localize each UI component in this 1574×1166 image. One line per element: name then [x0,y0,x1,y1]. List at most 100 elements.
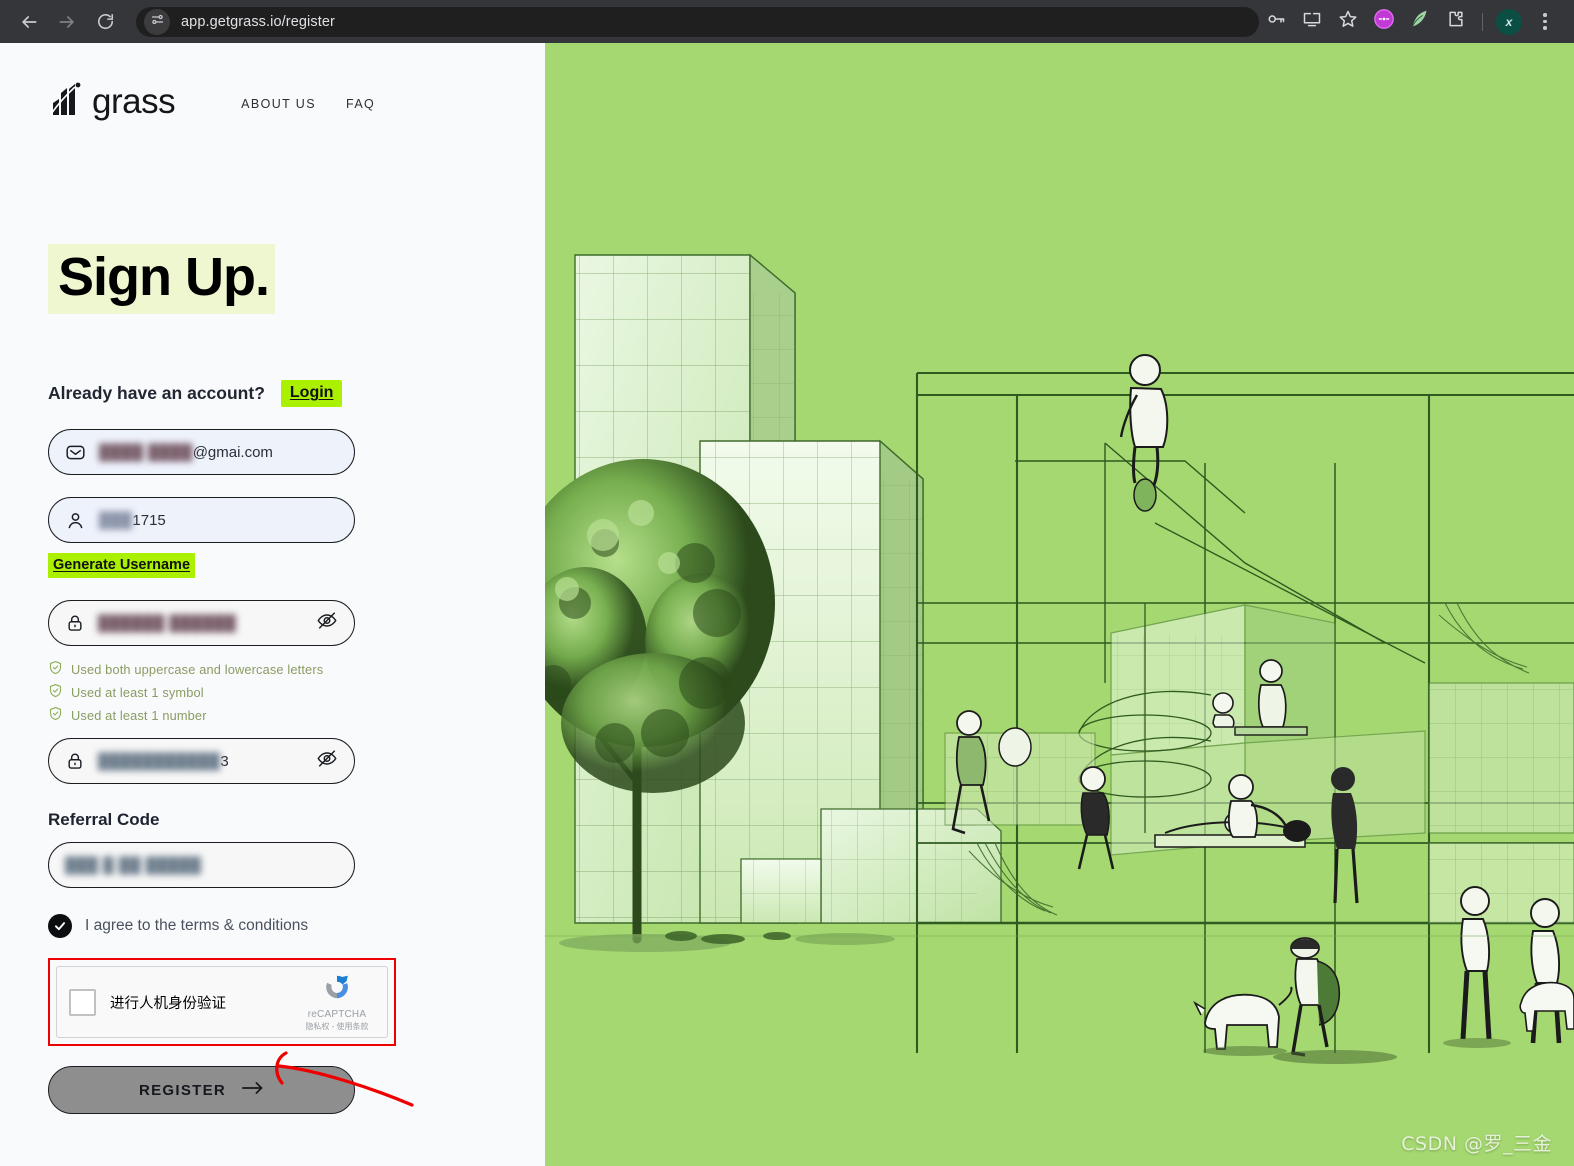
extension-2-button[interactable] [1403,5,1437,39]
install-app-button[interactable] [1295,5,1329,39]
person-icon [65,510,86,531]
lock-icon [65,751,85,771]
site-nav: ABOUT US FAQ [241,93,375,111]
rule-item: Used at least 1 number [48,706,545,724]
password-field[interactable]: ██████ ██████ [48,600,355,646]
password-rules: Used both uppercase and lowercase letter… [48,660,545,724]
purple-extension-icon [1373,8,1395,35]
rule-label: Used at least 1 symbol [71,684,204,700]
site-header: grass ABOUT US FAQ [0,43,545,122]
confirm-password-field[interactable]: ███████████ 3 [48,738,355,784]
register-button[interactable]: REGISTER [48,1066,355,1114]
username-visible: 1715 [132,511,166,529]
username-field[interactable]: ███ 1715 [48,497,355,543]
shield-check-icon [48,706,63,724]
lock-icon [65,613,85,633]
url-text: app.getgrass.io/register [181,13,335,30]
grass-extension-icon [1409,8,1431,35]
confirm-password-value: ███████████ 3 [98,753,229,770]
referral-redacted: ███ █ ██ █████ [65,856,202,874]
referral-code-label: Referral Code [48,810,160,829]
recaptcha-widget[interactable]: 进行人机身份验证 reCAPTCHA 隐私权 - 使用条款 [56,966,388,1038]
login-link[interactable]: Login [280,380,343,407]
generate-username-label: Generate Username [53,557,191,573]
page-title: Sign Up. [48,244,275,314]
register-button-label: REGISTER [138,1081,227,1099]
profile-button[interactable]: x [1492,5,1526,39]
city-illustration [545,43,1574,1166]
recaptcha-terms-text: 隐私权 - 使用条款 [305,1022,369,1031]
chrome-menu-button[interactable] [1528,5,1562,39]
email-field[interactable]: ████ ████ @gmai.com [48,429,355,475]
puzzle-extensions-icon [1446,9,1466,34]
rule-label: Used at least 1 number [71,707,207,723]
password-manager-button[interactable] [1259,5,1293,39]
confirm-password-visible: 3 [220,752,229,770]
shield-check-icon [48,683,63,701]
terms-checkbox[interactable] [48,914,72,938]
email-visible: @gmai.com [192,443,273,461]
avatar: x [1496,8,1522,35]
eye-off-icon [316,610,338,637]
brand-logo[interactable]: grass [48,81,176,122]
email-redacted: ████ ████ [99,443,193,461]
signup-form: Sign Up. Already have an account? Login … [0,122,545,1114]
recaptcha-label: 进行人机身份验证 [110,995,226,1012]
recaptcha-brand-text: reCAPTCHA [307,1009,367,1020]
username-redacted: ███ [99,511,133,529]
reload-button[interactable] [86,3,124,41]
site-settings-button[interactable] [144,8,170,35]
toolbar-actions: x [1259,5,1564,39]
forward-arrow-icon [57,12,77,32]
rule-item: Used both uppercase and lowercase letter… [48,660,545,678]
email-value: ████ ████ @gmai.com [99,444,273,461]
terms-label: I agree to the terms & conditions [85,917,309,934]
logo-text: grass [92,81,176,121]
rule-label: Used both uppercase and lowercase letter… [71,661,324,677]
kebab-menu-icon [1543,13,1547,30]
have-account-text: Already have an account? [48,383,265,403]
back-arrow-icon [19,12,39,32]
confirm-password-redacted: ███████████ [98,752,221,770]
forward-button[interactable] [48,3,86,41]
toggle-confirm-password-visibility[interactable] [316,748,338,775]
referral-code-field[interactable]: ███ █ ██ █████ [48,842,355,888]
extensions-button[interactable] [1439,5,1473,39]
rule-item: Used at least 1 symbol [48,683,545,701]
eye-off-icon [316,748,338,775]
bookmark-button[interactable] [1331,5,1365,39]
nav-faq[interactable]: FAQ [346,97,375,111]
address-bar[interactable]: app.getgrass.io/register [136,6,1259,37]
signup-pane: grass ABOUT US FAQ Sign Up. Already have… [0,43,545,1166]
terms-row[interactable]: I agree to the terms & conditions [48,914,545,938]
generate-username-button[interactable]: Generate Username [48,553,196,578]
star-icon [1338,9,1358,34]
back-button[interactable] [10,3,48,41]
referral-code-value: ███ █ ██ █████ [65,857,201,874]
password-value: ██████ ██████ [98,615,236,632]
key-icon [1266,9,1286,34]
install-app-icon [1302,9,1322,34]
password-redacted: ██████ ██████ [98,614,237,632]
toolbar-divider [1482,12,1483,31]
captcha-highlight-annotation: 进行人机身份验证 reCAPTCHA 隐私权 - 使用条款 [48,958,396,1046]
illustration-pane: CSDN @罗_三金 [545,43,1574,1166]
shield-check-icon [48,660,63,678]
recaptcha-logo-icon [322,975,352,1006]
page-body: grass ABOUT US FAQ Sign Up. Already have… [0,43,1574,1166]
arrow-right-icon [242,1080,264,1101]
login-prompt-row: Already have an account? Login [48,380,545,407]
reload-icon [96,12,115,31]
login-link-label: Login [289,384,334,401]
nav-about-us[interactable]: ABOUT US [241,97,316,111]
envelope-icon [65,442,86,463]
page-settings-icon [150,12,165,32]
watermark: CSDN @罗_三金 [1401,1133,1552,1155]
browser-toolbar: app.getgrass.io/register x [0,0,1574,43]
username-value: ███ 1715 [99,512,166,529]
toggle-password-visibility[interactable] [316,610,338,637]
extension-1-button[interactable] [1367,5,1401,39]
grass-logo-icon [48,81,82,122]
recaptcha-branding: reCAPTCHA 隐私权 - 使用条款 [299,972,375,1032]
recaptcha-checkbox[interactable] [69,988,96,1016]
